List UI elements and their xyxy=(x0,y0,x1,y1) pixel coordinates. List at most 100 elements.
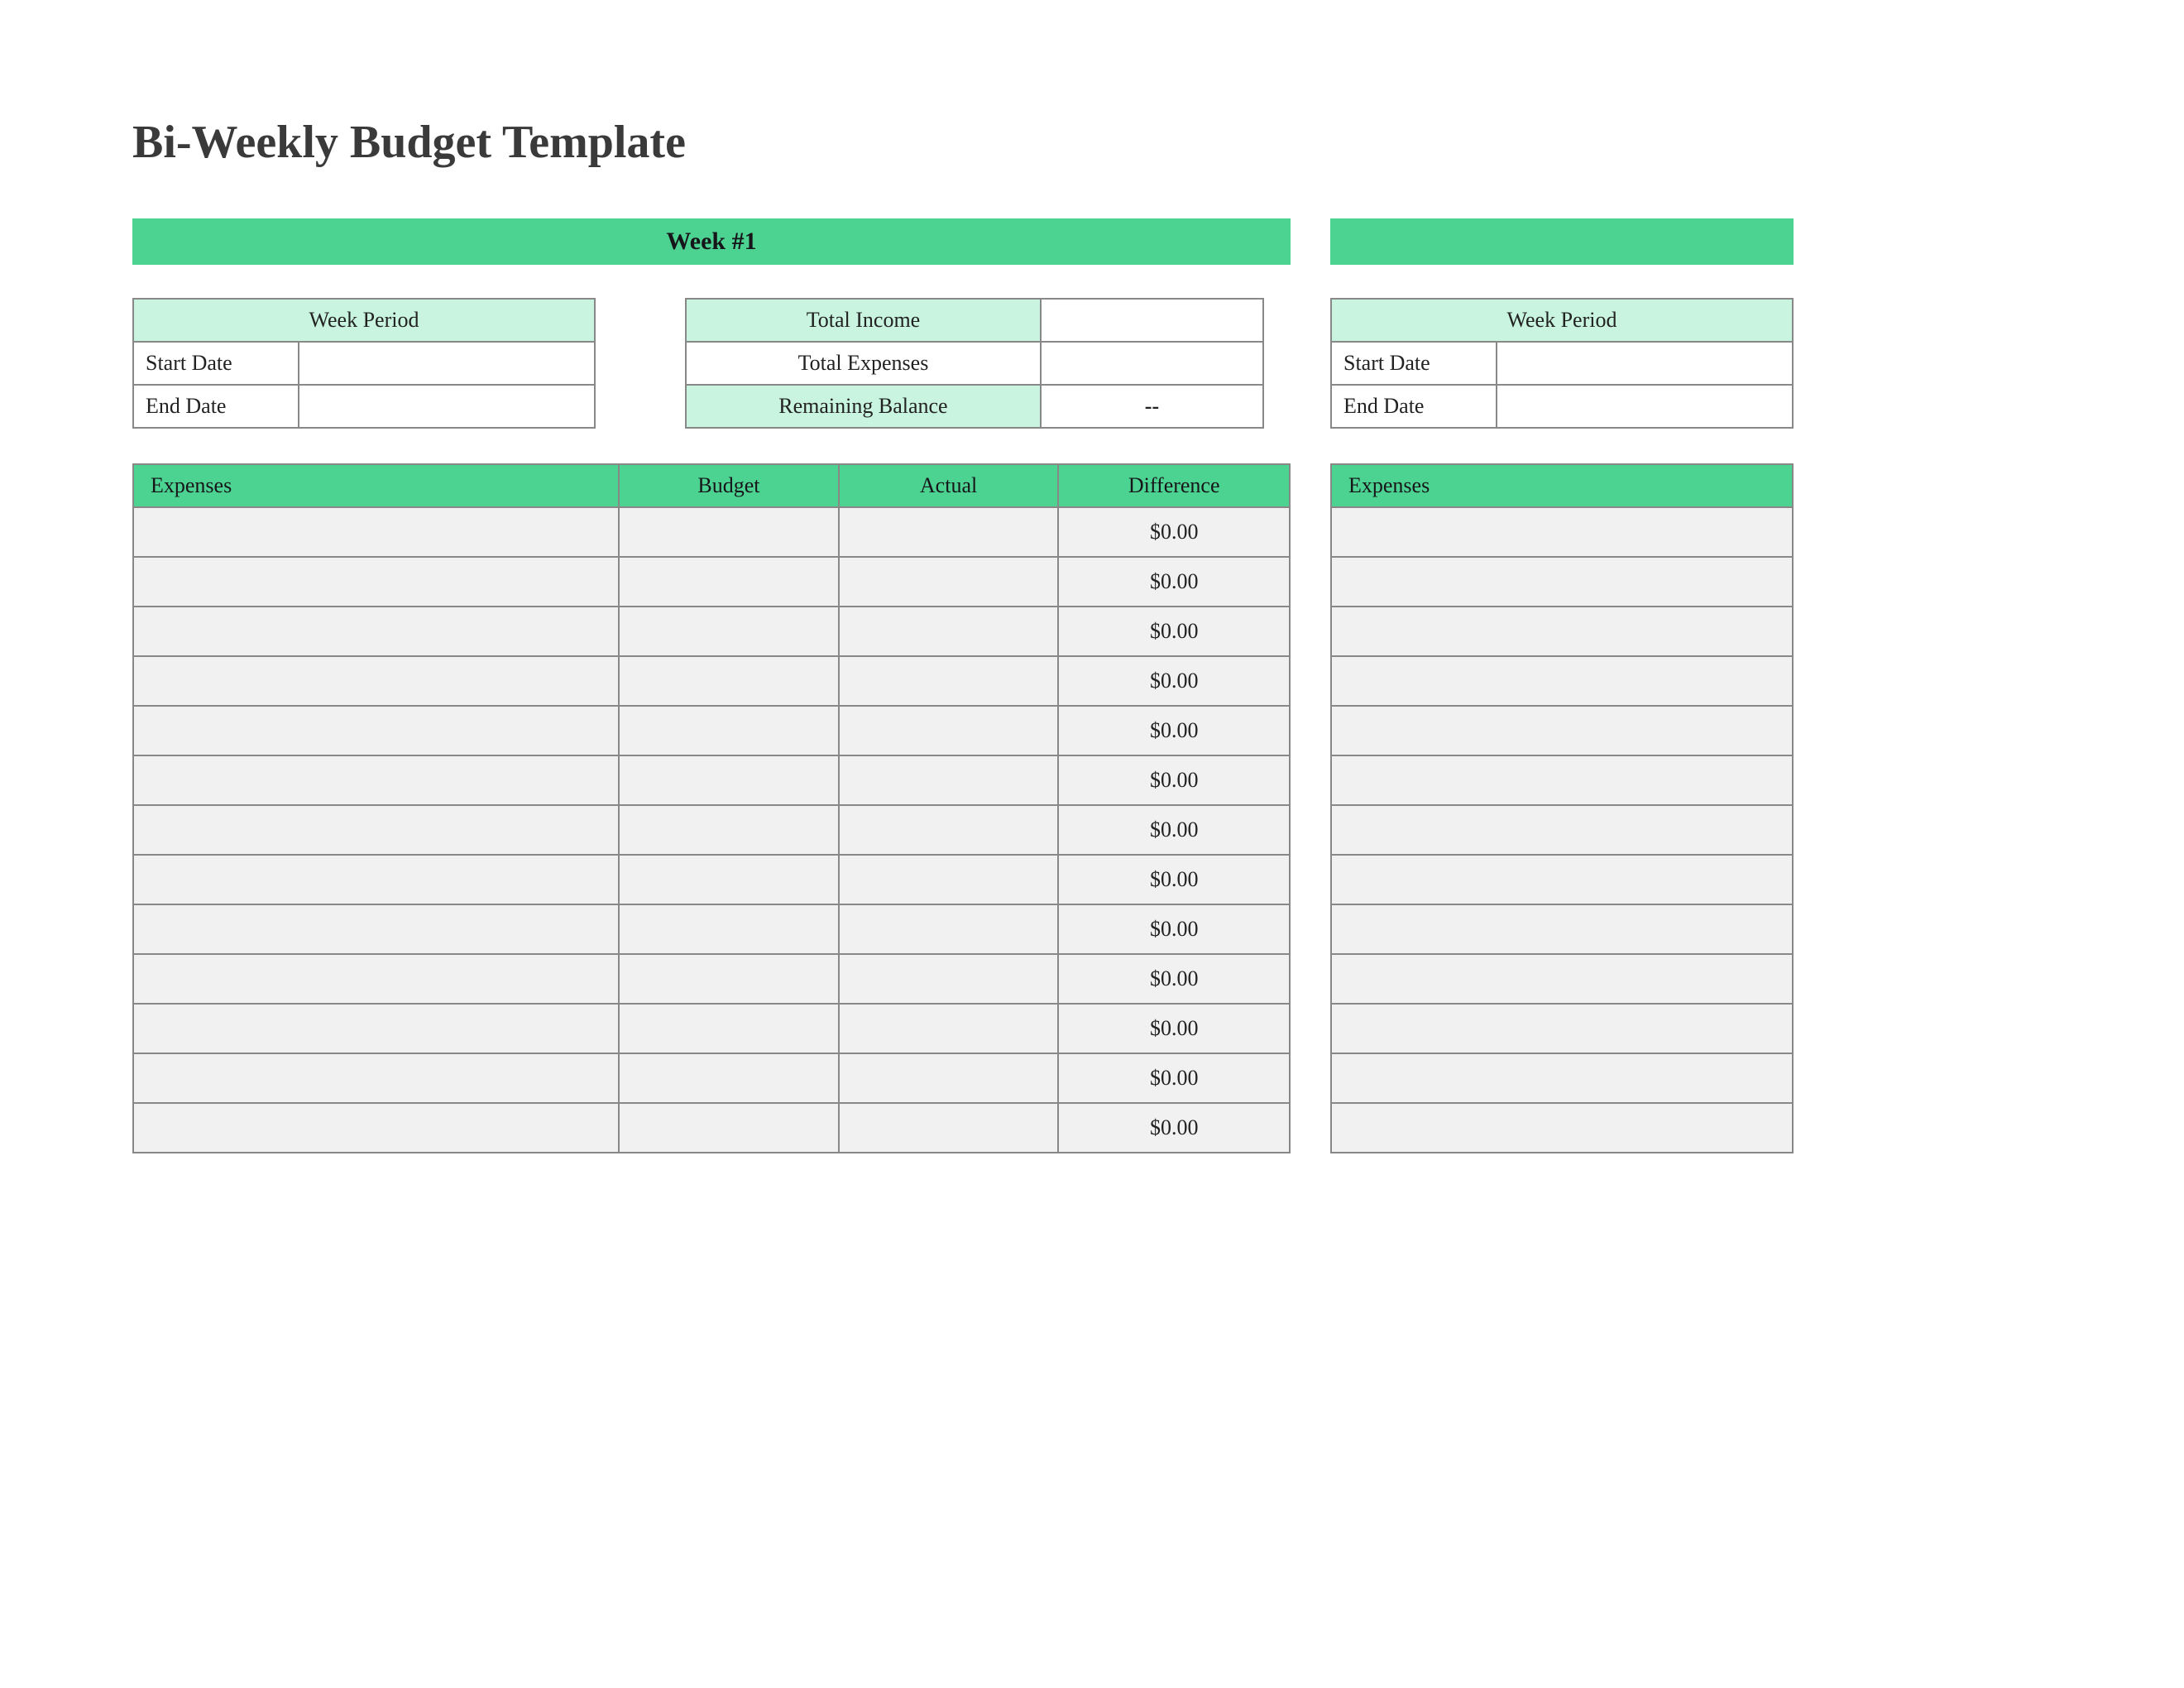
cell-expenses[interactable] xyxy=(1331,1053,1793,1103)
cell-expenses[interactable] xyxy=(133,1103,619,1153)
cell-difference: $0.00 xyxy=(1058,855,1290,904)
cell-expenses[interactable] xyxy=(1331,557,1793,607)
table-row: $0.00 xyxy=(133,954,1290,1004)
cell-expenses[interactable] xyxy=(133,755,619,805)
table-row xyxy=(1331,1053,1793,1103)
cell-budget[interactable] xyxy=(619,557,839,607)
cell-budget[interactable] xyxy=(619,607,839,656)
cell-expenses[interactable] xyxy=(133,954,619,1004)
week2-banner xyxy=(1330,218,1794,265)
remaining-balance-value: -- xyxy=(1041,385,1263,428)
cell-actual[interactable] xyxy=(839,954,1059,1004)
cell-budget[interactable] xyxy=(619,656,839,706)
cell-budget[interactable] xyxy=(619,904,839,954)
week1-totals-table: Total Income Total Expenses Remaining Ba… xyxy=(685,298,1264,429)
week1-column: Week #1 Week Period Start Date End Date … xyxy=(132,218,1291,1153)
cell-actual[interactable] xyxy=(839,1103,1059,1153)
week2-period-header: Week Period xyxy=(1331,299,1793,342)
week1-end-value[interactable] xyxy=(299,385,595,428)
cell-expenses[interactable] xyxy=(1331,805,1793,855)
cell-actual[interactable] xyxy=(839,557,1059,607)
cell-actual[interactable] xyxy=(839,656,1059,706)
week2-start-label: Start Date xyxy=(1331,342,1497,385)
total-expenses-value xyxy=(1041,342,1263,385)
cell-actual[interactable] xyxy=(839,607,1059,656)
cell-difference: $0.00 xyxy=(1058,607,1290,656)
cell-expenses[interactable] xyxy=(133,1004,619,1053)
col-header-actual: Actual xyxy=(839,464,1059,507)
cell-actual[interactable] xyxy=(839,1004,1059,1053)
cell-expenses[interactable] xyxy=(1331,507,1793,557)
cell-expenses[interactable] xyxy=(1331,954,1793,1004)
week2-end-value[interactable] xyxy=(1497,385,1793,428)
table-row: $0.00 xyxy=(133,607,1290,656)
cell-expenses[interactable] xyxy=(133,855,619,904)
cell-budget[interactable] xyxy=(619,507,839,557)
table-row xyxy=(1331,904,1793,954)
cell-budget[interactable] xyxy=(619,855,839,904)
week1-end-label: End Date xyxy=(133,385,299,428)
cell-actual[interactable] xyxy=(839,507,1059,557)
cell-expenses[interactable] xyxy=(1331,1103,1793,1153)
cell-difference: $0.00 xyxy=(1058,706,1290,755)
cell-difference: $0.00 xyxy=(1058,1004,1290,1053)
table-row: $0.00 xyxy=(133,1053,1290,1103)
cell-expenses[interactable] xyxy=(1331,656,1793,706)
cell-expenses[interactable] xyxy=(133,805,619,855)
table-row xyxy=(1331,656,1793,706)
cell-expenses[interactable] xyxy=(1331,755,1793,805)
main-container: Week #1 Week Period Start Date End Date … xyxy=(132,218,2052,1153)
cell-actual[interactable] xyxy=(839,1053,1059,1103)
cell-actual[interactable] xyxy=(839,855,1059,904)
remaining-balance-label: Remaining Balance xyxy=(686,385,1041,428)
col-header-difference: Difference xyxy=(1058,464,1290,507)
cell-actual[interactable] xyxy=(839,706,1059,755)
table-row xyxy=(1331,805,1793,855)
cell-expenses[interactable] xyxy=(1331,1004,1793,1053)
table-row: $0.00 xyxy=(133,1004,1290,1053)
week2-start-value[interactable] xyxy=(1497,342,1793,385)
cell-budget[interactable] xyxy=(619,755,839,805)
cell-expenses[interactable] xyxy=(133,656,619,706)
cell-budget[interactable] xyxy=(619,1004,839,1053)
table-row xyxy=(1331,755,1793,805)
cell-budget[interactable] xyxy=(619,805,839,855)
total-expenses-label: Total Expenses xyxy=(686,342,1041,385)
cell-expenses[interactable] xyxy=(1331,855,1793,904)
week1-period-header: Week Period xyxy=(133,299,595,342)
cell-expenses[interactable] xyxy=(133,1053,619,1103)
table-row xyxy=(1331,1004,1793,1053)
total-income-value[interactable] xyxy=(1041,299,1263,342)
table-row: $0.00 xyxy=(133,706,1290,755)
week1-period-table: Week Period Start Date End Date xyxy=(132,298,596,429)
cell-expenses[interactable] xyxy=(133,904,619,954)
cell-actual[interactable] xyxy=(839,805,1059,855)
table-row: $0.00 xyxy=(133,855,1290,904)
cell-difference: $0.00 xyxy=(1058,1053,1290,1103)
cell-expenses[interactable] xyxy=(133,607,619,656)
cell-expenses[interactable] xyxy=(133,557,619,607)
cell-actual[interactable] xyxy=(839,755,1059,805)
cell-expenses[interactable] xyxy=(1331,706,1793,755)
week2-col-header-expenses: Expenses xyxy=(1331,464,1793,507)
table-row xyxy=(1331,557,1793,607)
week1-start-value[interactable] xyxy=(299,342,595,385)
week2-summary-row: Week Period Start Date End Date xyxy=(1330,298,1794,429)
week2-period-table: Week Period Start Date End Date xyxy=(1330,298,1794,429)
cell-budget[interactable] xyxy=(619,1053,839,1103)
cell-expenses[interactable] xyxy=(1331,607,1793,656)
cell-difference: $0.00 xyxy=(1058,904,1290,954)
cell-expenses[interactable] xyxy=(133,507,619,557)
cell-budget[interactable] xyxy=(619,1103,839,1153)
table-row: $0.00 xyxy=(133,656,1290,706)
cell-expenses[interactable] xyxy=(133,706,619,755)
cell-budget[interactable] xyxy=(619,954,839,1004)
table-row xyxy=(1331,706,1793,755)
week1-start-label: Start Date xyxy=(133,342,299,385)
table-row xyxy=(1331,507,1793,557)
cell-expenses[interactable] xyxy=(1331,904,1793,954)
col-header-expenses: Expenses xyxy=(133,464,619,507)
cell-budget[interactable] xyxy=(619,706,839,755)
table-row xyxy=(1331,1103,1793,1153)
cell-actual[interactable] xyxy=(839,904,1059,954)
